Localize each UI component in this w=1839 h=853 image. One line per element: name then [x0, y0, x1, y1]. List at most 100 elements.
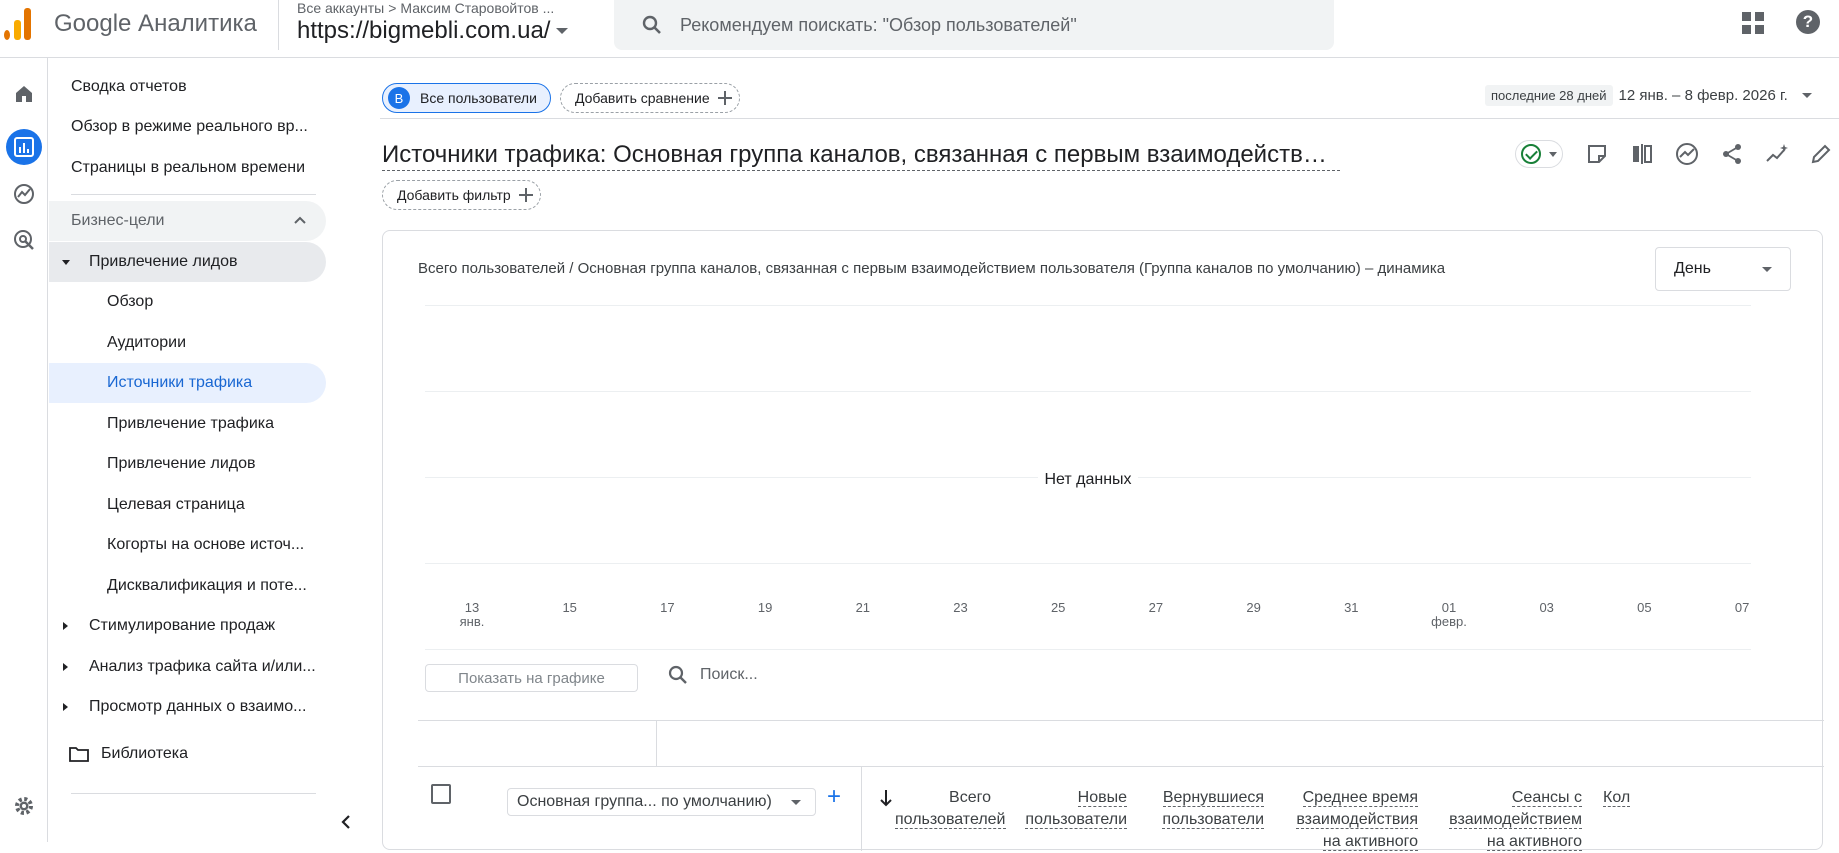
- search-icon: [668, 665, 687, 684]
- nav-item-landing-page[interactable]: Целевая страница: [49, 485, 245, 525]
- advertising-icon[interactable]: [6, 222, 42, 258]
- trend-sparkle-icon[interactable]: [1763, 140, 1791, 168]
- page-title[interactable]: Источники трафика: Основная группа канал…: [382, 140, 1340, 171]
- nav-section-lead-generation[interactable]: Привлечение лидов: [49, 242, 326, 282]
- nav-item-source-cohorts[interactable]: Когорты на основе источ...: [49, 525, 304, 565]
- nav-item-lead-acquisition[interactable]: Привлечение лидов: [49, 444, 256, 484]
- search-icon: [642, 15, 662, 35]
- nav-item-overview[interactable]: Обзор: [49, 282, 153, 322]
- caret-down-icon: [1801, 93, 1812, 98]
- nav-item-audiences[interactable]: Аудитории: [49, 323, 186, 363]
- caret-down-icon: [791, 800, 801, 805]
- add-filter-button[interactable]: Добавить фильтр: [382, 180, 541, 210]
- settings-gear-icon[interactable]: [6, 788, 42, 824]
- nav-section-label: Просмотр данных о взаимо...: [89, 698, 307, 715]
- date-range-value: 12 янв. – 8 февр. 2026 г.: [1618, 87, 1788, 104]
- sort-descending-arrow-icon[interactable]: [879, 789, 893, 807]
- annotation-note-icon[interactable]: [1583, 140, 1611, 168]
- nav-section-site-traffic[interactable]: Анализ трафика сайта и/или...: [49, 647, 316, 687]
- breadcrumb-account[interactable]: Максим Старовойтов ...: [400, 0, 554, 16]
- x-tick-day: 29: [1246, 600, 1261, 615]
- dimension-selector[interactable]: Основная группа... по умолчанию): [507, 788, 816, 816]
- granularity-dropdown[interactable]: День: [1655, 247, 1791, 291]
- dimension-value: Основная группа... по умолчанию): [517, 793, 772, 810]
- plus-icon: [518, 188, 533, 202]
- x-tick-day: 13: [464, 600, 480, 615]
- column-header-count[interactable]: Кол: [1603, 787, 1663, 809]
- x-tick-month: янв.: [459, 614, 485, 629]
- nav-divider: [71, 793, 316, 794]
- nav-divider: [71, 194, 316, 195]
- chevron-up-icon: [294, 216, 306, 224]
- segment-avatar: B: [388, 87, 410, 109]
- x-tick-day: 25: [1050, 600, 1066, 615]
- select-all-checkbox[interactable]: [431, 784, 451, 804]
- nav-section-drive-sales[interactable]: Стимулирование продаж: [49, 606, 275, 646]
- nav-library[interactable]: Библиотека: [49, 734, 188, 774]
- column-header-line: Всего: [949, 789, 991, 806]
- chart-gridline: [425, 563, 1751, 564]
- property-selector[interactable]: https://bigmebli.com.ua/: [297, 17, 569, 45]
- breadcrumb-accounts[interactable]: Все аккаунты: [297, 0, 384, 16]
- expand-triangle-icon: [63, 703, 68, 711]
- column-header-line: Вернувшиеся: [1162, 789, 1264, 807]
- nav-item-traffic-sources[interactable]: Источники трафика: [49, 363, 326, 403]
- column-header-avg-engagement-time[interactable]: Среднее время взаимодействия на активног…: [1283, 787, 1418, 853]
- segment-label: Все пользователи: [420, 90, 537, 106]
- x-tick-day: 27: [1148, 600, 1164, 615]
- nav-group-business-objectives[interactable]: Бизнес-цели: [49, 201, 326, 241]
- chevron-right-icon: >: [388, 0, 397, 16]
- add-dimension-button[interactable]: +: [827, 783, 841, 811]
- insights-icon[interactable]: [1673, 140, 1701, 168]
- column-header-returning-users[interactable]: Вернувшиеся пользователи: [1153, 787, 1264, 831]
- add-comparison-button[interactable]: Добавить сравнение: [560, 83, 740, 113]
- analytics-logo-icon[interactable]: [2, 6, 36, 40]
- expand-triangle-icon: [63, 663, 68, 671]
- nav-realtime-overview[interactable]: Обзор в режиме реального вр...: [49, 107, 308, 147]
- top-bar: Google Аналитика Все аккаунты > Максим Ста…: [0, 0, 1839, 58]
- nav-realtime-pages[interactable]: Страницы в реальном времени: [49, 148, 305, 188]
- explore-icon[interactable]: [6, 176, 42, 212]
- nav-item-disqualification[interactable]: Дисквалификация и поте...: [49, 566, 307, 606]
- nav-reports-snapshot[interactable]: Сводка отчетов: [49, 67, 187, 107]
- data-quality-status[interactable]: [1515, 140, 1563, 168]
- table-search[interactable]: Поиск...: [668, 665, 758, 685]
- chart-title: Всего пользователей / Основная группа ка…: [418, 260, 1446, 277]
- plus-icon: [717, 91, 732, 105]
- column-header-engaged-sessions[interactable]: Сеансы с взаимодействием на активного: [1438, 787, 1582, 853]
- table-separator: [418, 766, 1824, 767]
- column-header-line: взаимодействием: [1449, 811, 1582, 829]
- help-icon[interactable]: ?: [1796, 10, 1820, 34]
- add-comparison-label: Добавить сравнение: [575, 90, 710, 106]
- column-header-total-users[interactable]: Всего пользователей: [895, 787, 1006, 831]
- x-tick-day: 17: [660, 600, 675, 615]
- date-range-picker[interactable]: последние 28 дней 12 янв. – 8 февр. 2026…: [1485, 85, 1812, 106]
- show-on-chart-button[interactable]: Показать на графике: [425, 664, 638, 692]
- chart-gridline: [425, 649, 1751, 650]
- edit-pencil-icon[interactable]: [1807, 140, 1835, 168]
- x-tick-day: 19: [757, 600, 773, 615]
- header-separator: [380, 118, 1839, 119]
- product-name[interactable]: Google Аналитика: [54, 10, 257, 38]
- segment-chip-all-users[interactable]: B Все пользователи: [382, 83, 551, 113]
- x-tick-day: 31: [1344, 600, 1359, 615]
- nav-section-engagement[interactable]: Просмотр данных о взаимо...: [49, 687, 306, 727]
- apps-grid-icon[interactable]: [1742, 12, 1764, 34]
- reports-icon[interactable]: [6, 129, 42, 165]
- x-tick-label: 07: [1722, 601, 1762, 615]
- x-tick-label: 17: [647, 601, 687, 615]
- x-tick-day: 23: [953, 600, 968, 615]
- column-header-new-users[interactable]: Новые пользователи: [1013, 787, 1127, 831]
- header-divider: [278, 0, 279, 50]
- home-icon[interactable]: [6, 76, 42, 112]
- account-breadcrumb[interactable]: Все аккаунты > Максим Старовойтов ...: [297, 0, 554, 16]
- search-bar[interactable]: Рекомендуем поискать: "Обзор пользовател…: [614, 0, 1334, 50]
- x-tick-label: 01 февр.: [1429, 601, 1469, 629]
- x-tick-label: 25: [1038, 601, 1078, 615]
- share-icon[interactable]: [1718, 140, 1746, 168]
- nav-item-traffic-acquisition[interactable]: Привлечение трафика: [49, 404, 274, 444]
- date-range-label: последние 28 дней: [1485, 85, 1613, 106]
- nav-library-label: Библиотека: [101, 745, 188, 762]
- x-tick-label: 29: [1234, 601, 1274, 615]
- compare-columns-icon[interactable]: [1628, 140, 1656, 168]
